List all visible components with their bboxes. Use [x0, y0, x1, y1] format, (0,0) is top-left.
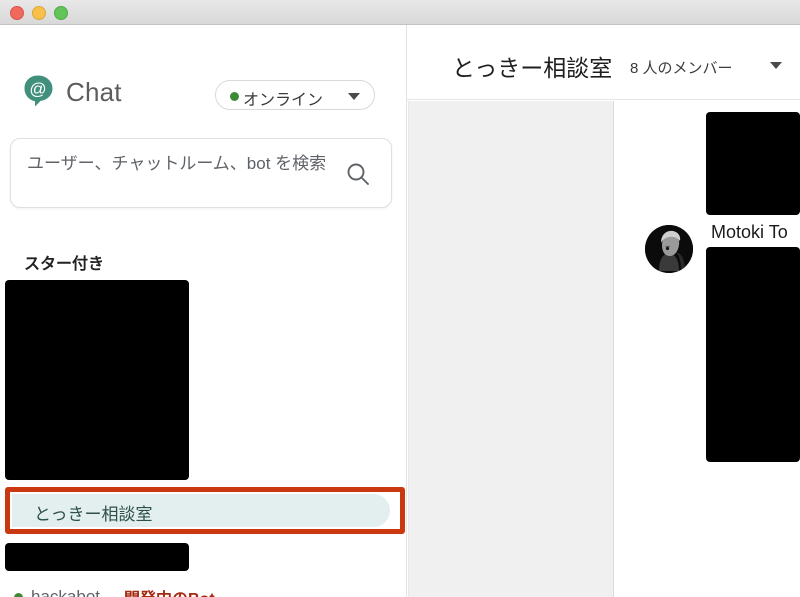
sidebar-header: @ Chat オンライン: [0, 25, 406, 110]
window-titlebar: [0, 0, 800, 25]
close-button[interactable]: [10, 6, 24, 20]
sidebar-item-selected-room[interactable]: とっきー相談室: [12, 494, 390, 527]
redacted-room-list: [5, 280, 189, 480]
online-dot-icon: [14, 592, 23, 597]
redacted-room-item: [5, 543, 189, 571]
redacted-message-body: [706, 247, 800, 462]
status-selector[interactable]: オンライン: [215, 80, 375, 110]
status-label: オンライン: [243, 92, 324, 109]
starred-section-title: スター付き: [24, 256, 105, 273]
sidebar: @ Chat オンライン ユーザー、チャットルーム、bot を検索 スター付き: [0, 25, 407, 597]
sidebar-item-label: とっきー相談室: [34, 505, 153, 524]
avatar[interactable]: [645, 225, 693, 273]
redacted-message-block: [706, 112, 800, 215]
status-dot-icon: [230, 92, 239, 101]
window-controls: [10, 6, 68, 20]
conversation-header: とっきー相談室 8 人のメンバー: [407, 25, 800, 100]
chevron-down-icon[interactable]: [770, 62, 782, 69]
minimize-button[interactable]: [32, 6, 46, 20]
chevron-down-icon: [348, 93, 360, 100]
svg-text:@: @: [29, 80, 46, 99]
sidebar-item-hackabot[interactable]: hackabot ←開発中のBot: [14, 585, 215, 597]
chat-app-window: @ Chat オンライン ユーザー、チャットルーム、bot を検索 スター付き: [0, 0, 800, 597]
search-placeholder: ユーザー、チャットルーム、bot を検索: [27, 154, 327, 173]
at-speech-bubble-icon: @: [23, 74, 57, 108]
zoom-button[interactable]: [54, 6, 68, 20]
bot-annotation-label: ←開発中のBot: [108, 585, 215, 597]
bot-name-label: hackabot: [31, 587, 100, 597]
member-count-label: 8 人のメンバー: [630, 60, 733, 77]
message-sender-name: Motoki To: [711, 222, 788, 242]
search-input[interactable]: ユーザー、チャットルーム、bot を検索: [10, 138, 392, 208]
page-title: とっきー相談室: [452, 55, 613, 81]
search-icon[interactable]: [345, 161, 371, 192]
brand-name: Chat: [66, 77, 122, 107]
thread-side-panel[interactable]: [408, 101, 614, 597]
